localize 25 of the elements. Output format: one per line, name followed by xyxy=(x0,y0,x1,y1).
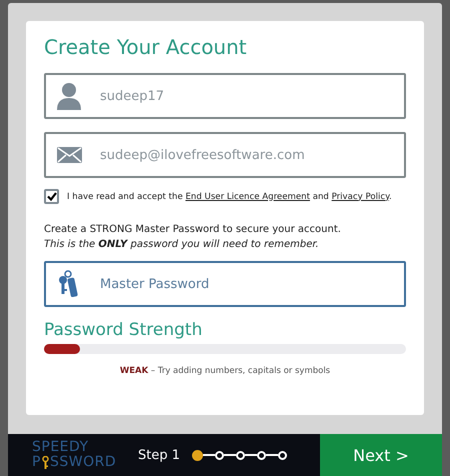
strength-heading: Password Strength xyxy=(44,320,204,340)
envelope-icon xyxy=(56,147,82,163)
text-field[interactable]: sudeep@ilovefreesoftware.com xyxy=(44,132,406,178)
instruction-text: Create a STRONG Master Password to secure your account. xyxy=(44,224,342,235)
logo-text: P xyxy=(32,455,41,470)
text-field[interactable]: sudeep17 xyxy=(44,73,406,119)
next-button[interactable]: Next > xyxy=(320,434,442,476)
text-input[interactable]: sudeep@ilovefreesoftware.com xyxy=(98,134,404,176)
key-icon xyxy=(40,456,50,470)
agreement-link[interactable]: End User Licence Agreement xyxy=(185,192,310,202)
logo-text: SPEEDY xyxy=(32,440,90,455)
form-title: Create Your Account xyxy=(44,35,248,59)
agreement-text: I have read and accept the End User Licence Agreement and Privacy Policy. xyxy=(67,192,392,202)
text-input[interactable]: sudeep17 xyxy=(98,75,404,117)
password-input[interactable]: Master Password xyxy=(98,263,404,305)
checkmark-icon xyxy=(46,192,56,201)
master-password-field[interactable]: Master Password xyxy=(44,261,406,307)
step-label: Step 1 xyxy=(138,448,182,462)
instruction-text: This is the ONLY password you will need to remember. xyxy=(44,239,320,250)
agreement-link[interactable]: Privacy Policy xyxy=(332,192,389,202)
agreement-checkbox[interactable] xyxy=(44,189,59,204)
keys-icon xyxy=(58,270,80,298)
strength-message: WEAK – Try adding numbers, capitals or symbols xyxy=(118,366,332,376)
logo-text: SSWORD xyxy=(50,455,116,470)
person-icon xyxy=(56,82,82,110)
